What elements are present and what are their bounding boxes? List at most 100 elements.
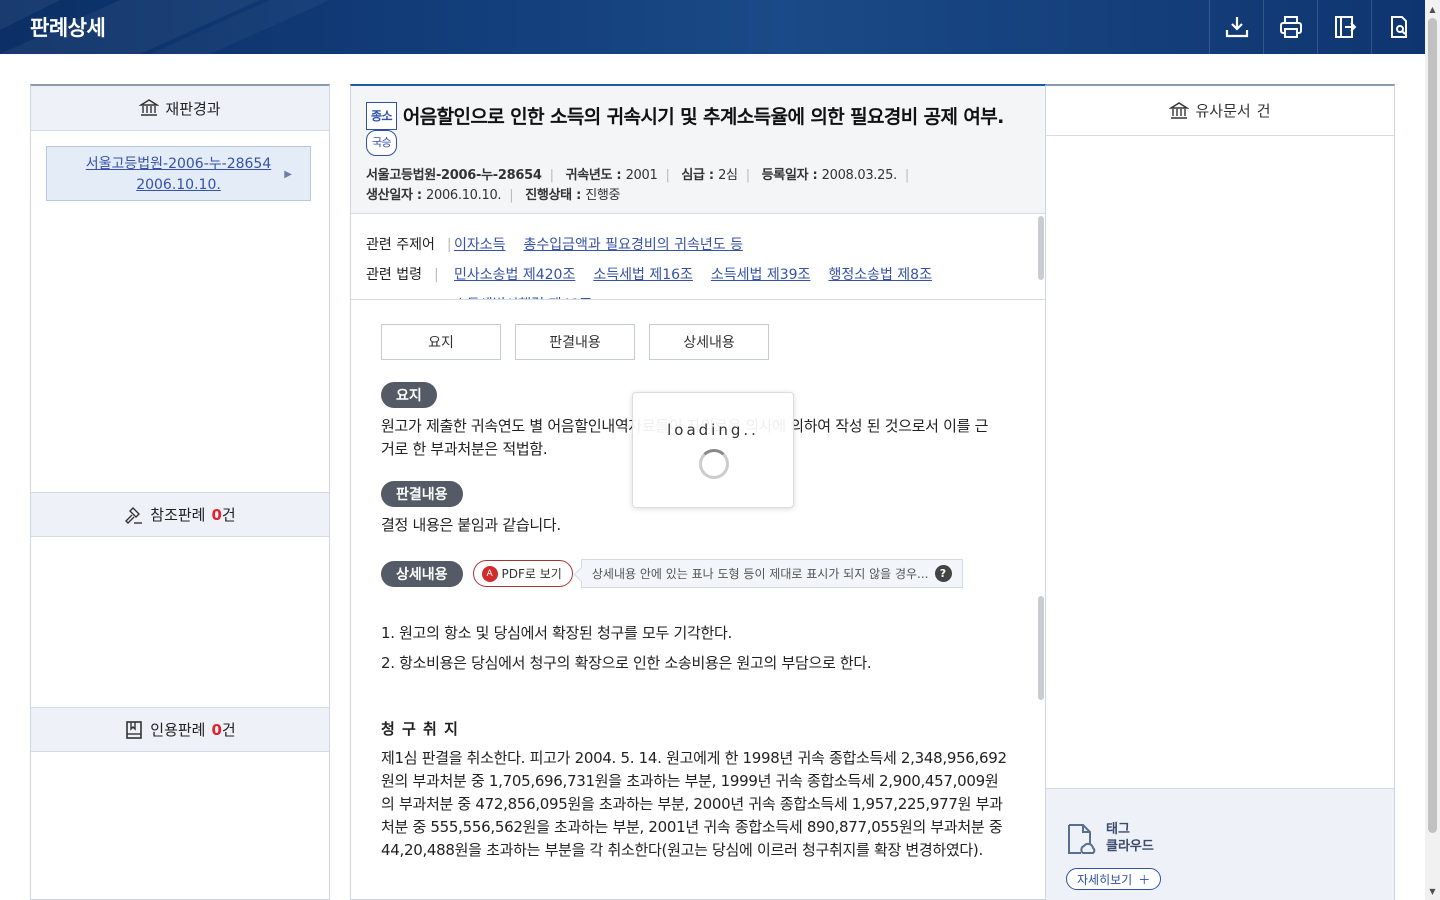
- meta-level: 2심: [718, 168, 738, 183]
- tag-cloud-title: 태그 클라우드: [1106, 822, 1154, 854]
- arrow-right-icon: ▶: [284, 169, 292, 180]
- case-title: 어음할인으로 인한 소득의 귀속시기 및 추계소득율에 의한 필요경비 공제 여…: [402, 106, 1005, 128]
- pdf-view-button[interactable]: A PDF로 보기: [472, 560, 573, 587]
- cited-cases-title: 인용판례: [150, 721, 206, 739]
- case-detail-panel: 종소 어음할인으로 인한 소득의 귀속시기 및 추계소득율에 의한 필요경비 공제…: [350, 84, 1046, 900]
- meta-prod-label: 생산일자 :: [366, 188, 426, 203]
- page-title: 판례상세: [30, 16, 106, 40]
- case-result-badge: 국승: [366, 130, 398, 156]
- download-icon: [1225, 17, 1248, 38]
- cited-cases-header: 인용판례 0 건: [31, 707, 329, 752]
- page-scrollbar[interactable]: ▲ ▼: [1425, 0, 1440, 900]
- meta-prod-date: 2006.10.10.: [426, 188, 502, 203]
- content-scrollbar[interactable]: [1037, 596, 1045, 700]
- reference-cases-section: 참조판례 0 건: [31, 492, 329, 537]
- print-button[interactable]: [1263, 0, 1317, 54]
- right-panel: 유사문서 건 태그 클라우드 자세히보기 ＋: [1046, 84, 1395, 900]
- law-link[interactable]: 소득세법시행령 제48조: [454, 290, 592, 299]
- scroll-down-arrow-icon[interactable]: ▼: [1425, 884, 1440, 898]
- cited-cases-unit: 건: [221, 721, 236, 739]
- meta-year: 2001: [625, 168, 658, 183]
- content-tabs: 요지 판결내용 상세내용: [381, 324, 1015, 360]
- view-more-button[interactable]: 자세히보기 ＋: [1066, 868, 1162, 890]
- trial-case-date[interactable]: 2006.10.10.: [47, 175, 310, 196]
- view-more-label: 자세히보기: [1077, 872, 1133, 887]
- courthouse-icon: [1169, 101, 1190, 119]
- loading-overlay: loading..: [632, 392, 794, 508]
- meta-reg-label: 등록일자 :: [761, 168, 822, 183]
- help-icon[interactable]: ?: [934, 565, 952, 582]
- related-laws-row: 관련 법령 민사소송법 제420조 소득세법 제16조 소득세법 제39조 행정소송법…: [366, 260, 1030, 299]
- meta-year-label: 귀속년도 :: [565, 168, 626, 183]
- detail-pill: 상세내용: [381, 560, 463, 587]
- pdf-view-label: PDF로 보기: [501, 567, 562, 581]
- spinner-icon: [699, 449, 729, 479]
- order-item: 2. 항소비용은 당심에서 청구의 확장으로 인한 소송비용은 원고의 부담으로…: [381, 654, 872, 672]
- scroll-up-arrow-icon[interactable]: ▲: [1425, 2, 1440, 16]
- detail-header-row: 상세내용 A PDF로 보기 상세내용 안에 있는 표나 도형 등이 제대로 표…: [381, 559, 1015, 588]
- download-button[interactable]: [1209, 0, 1263, 54]
- summary-pill: 요지: [381, 382, 437, 408]
- meta-reg-date: 2008.03.25.: [821, 168, 898, 183]
- tag-cloud-section: 태그 클라우드 자세히보기 ＋: [1046, 788, 1394, 900]
- meta-status: 진행중: [585, 188, 621, 203]
- case-type-badge: 종소: [366, 102, 397, 130]
- pdf-hint-text: 상세내용 안에 있는 표나 도형 등이 제대로 표시가 되지 않을 경우...: [591, 567, 929, 581]
- trial-history-title: 재판경과: [165, 99, 221, 118]
- gavel-icon: [125, 506, 143, 524]
- tag-cloud-icon: [1068, 824, 1096, 854]
- tab-summary[interactable]: 요지: [381, 324, 501, 360]
- topic-link[interactable]: 총수입금액과 필요경비의 귀속년도 등: [524, 237, 743, 253]
- law-link[interactable]: 소득세법 제16조: [593, 267, 693, 283]
- claim-heading: 청 구 취 지: [381, 720, 459, 738]
- courthouse-icon: [139, 99, 160, 116]
- meta-level-label: 심급 :: [681, 168, 719, 183]
- decision-pill: 판결내용: [381, 481, 463, 507]
- law-link[interactable]: 행정소송법 제8조: [828, 267, 932, 283]
- cited-cases-count: 0: [211, 720, 222, 739]
- reference-cases-count: 0: [211, 505, 222, 524]
- case-number: 서울고등법원-2006-누-28654: [366, 168, 542, 183]
- case-header: 종소 어음할인으로 인한 소득의 귀속시기 및 추계소득율에 의한 필요경비 공제…: [351, 86, 1045, 214]
- law-link[interactable]: 소득세법 제39조: [711, 267, 811, 283]
- print-icon: [1279, 16, 1302, 38]
- trial-history-header: 재판경과: [31, 86, 329, 131]
- export-button[interactable]: [1317, 0, 1371, 54]
- reference-cases-header: 참조판례 0 건: [31, 492, 329, 537]
- search-document-button[interactable]: [1371, 0, 1425, 54]
- search-document-icon: [1390, 16, 1407, 38]
- topic-link[interactable]: 이자소득: [454, 237, 506, 253]
- related-topics-label: 관련 주제어: [366, 230, 454, 260]
- reference-cases-title: 참조판례: [150, 506, 206, 524]
- tab-detail[interactable]: 상세내용: [649, 324, 769, 360]
- related-keywords: 관련 주제어 이자소득 총수입금액과 필요경비의 귀속년도 등 관련 법령 민사소…: [351, 214, 1045, 300]
- similar-docs-header: 유사문서 건: [1046, 86, 1394, 136]
- trial-case-item[interactable]: 서울고등법원-2006-누-28654 2006.10.10. ▶: [46, 146, 311, 201]
- pdf-icon: A: [481, 565, 498, 582]
- similar-docs-title: 유사문서: [1195, 102, 1251, 120]
- related-laws-label: 관련 법령: [366, 260, 454, 299]
- keywords-scrollbar[interactable]: [1037, 214, 1045, 299]
- reference-cases-unit: 건: [221, 506, 236, 524]
- order-item: 1. 원고의 항소 및 당심에서 확장된 청구를 모두 기각한다.: [381, 624, 732, 642]
- loading-text: loading..: [667, 421, 759, 439]
- plus-icon: ＋: [1138, 872, 1151, 887]
- export-icon: [1334, 16, 1356, 38]
- pdf-hint: 상세내용 안에 있는 표나 도형 등이 제대로 표시가 되지 않을 경우... …: [580, 559, 963, 588]
- claim-text: 제1심 판결을 취소한다. 피고가 2004. 5. 14. 원고에게 한 19…: [381, 749, 1007, 859]
- cited-cases-section: 인용판례 0 건: [31, 707, 329, 752]
- similar-docs-unit: 건: [1256, 102, 1271, 120]
- law-link[interactable]: 민사소송법 제420조: [454, 267, 575, 283]
- header-toolbar: [1209, 0, 1425, 54]
- trial-case-link[interactable]: 서울고등법원-2006-누-28654: [47, 154, 310, 175]
- case-meta: 서울고등법원-2006-누-28654 | 귀속년도 : 2001 | 심급 : 2…: [366, 168, 909, 203]
- meta-status-label: 진행상태 :: [525, 188, 586, 203]
- top-header: 판례상세: [0, 0, 1425, 54]
- tab-decision[interactable]: 판결내용: [515, 324, 635, 360]
- case-title-block: 종소 어음할인으로 인한 소득의 귀속시기 및 추계소득율에 의한 필요경비 공제…: [366, 102, 1030, 156]
- case-content: 요지 판결내용 상세내용 요지 원고가 제출한 귀속연도 별 어음할인내역자료들…: [351, 300, 1045, 899]
- left-panel: 재판경과 서울고등법원-2006-누-28654 2006.10.10. ▶ 참…: [30, 84, 330, 900]
- related-topics-row: 관련 주제어 이자소득 총수입금액과 필요경비의 귀속년도 등: [366, 230, 1030, 260]
- decision-text: 결정 내용은 붙임과 같습니다.: [381, 516, 561, 534]
- page-scrollbar-thumb[interactable]: [1428, 18, 1437, 833]
